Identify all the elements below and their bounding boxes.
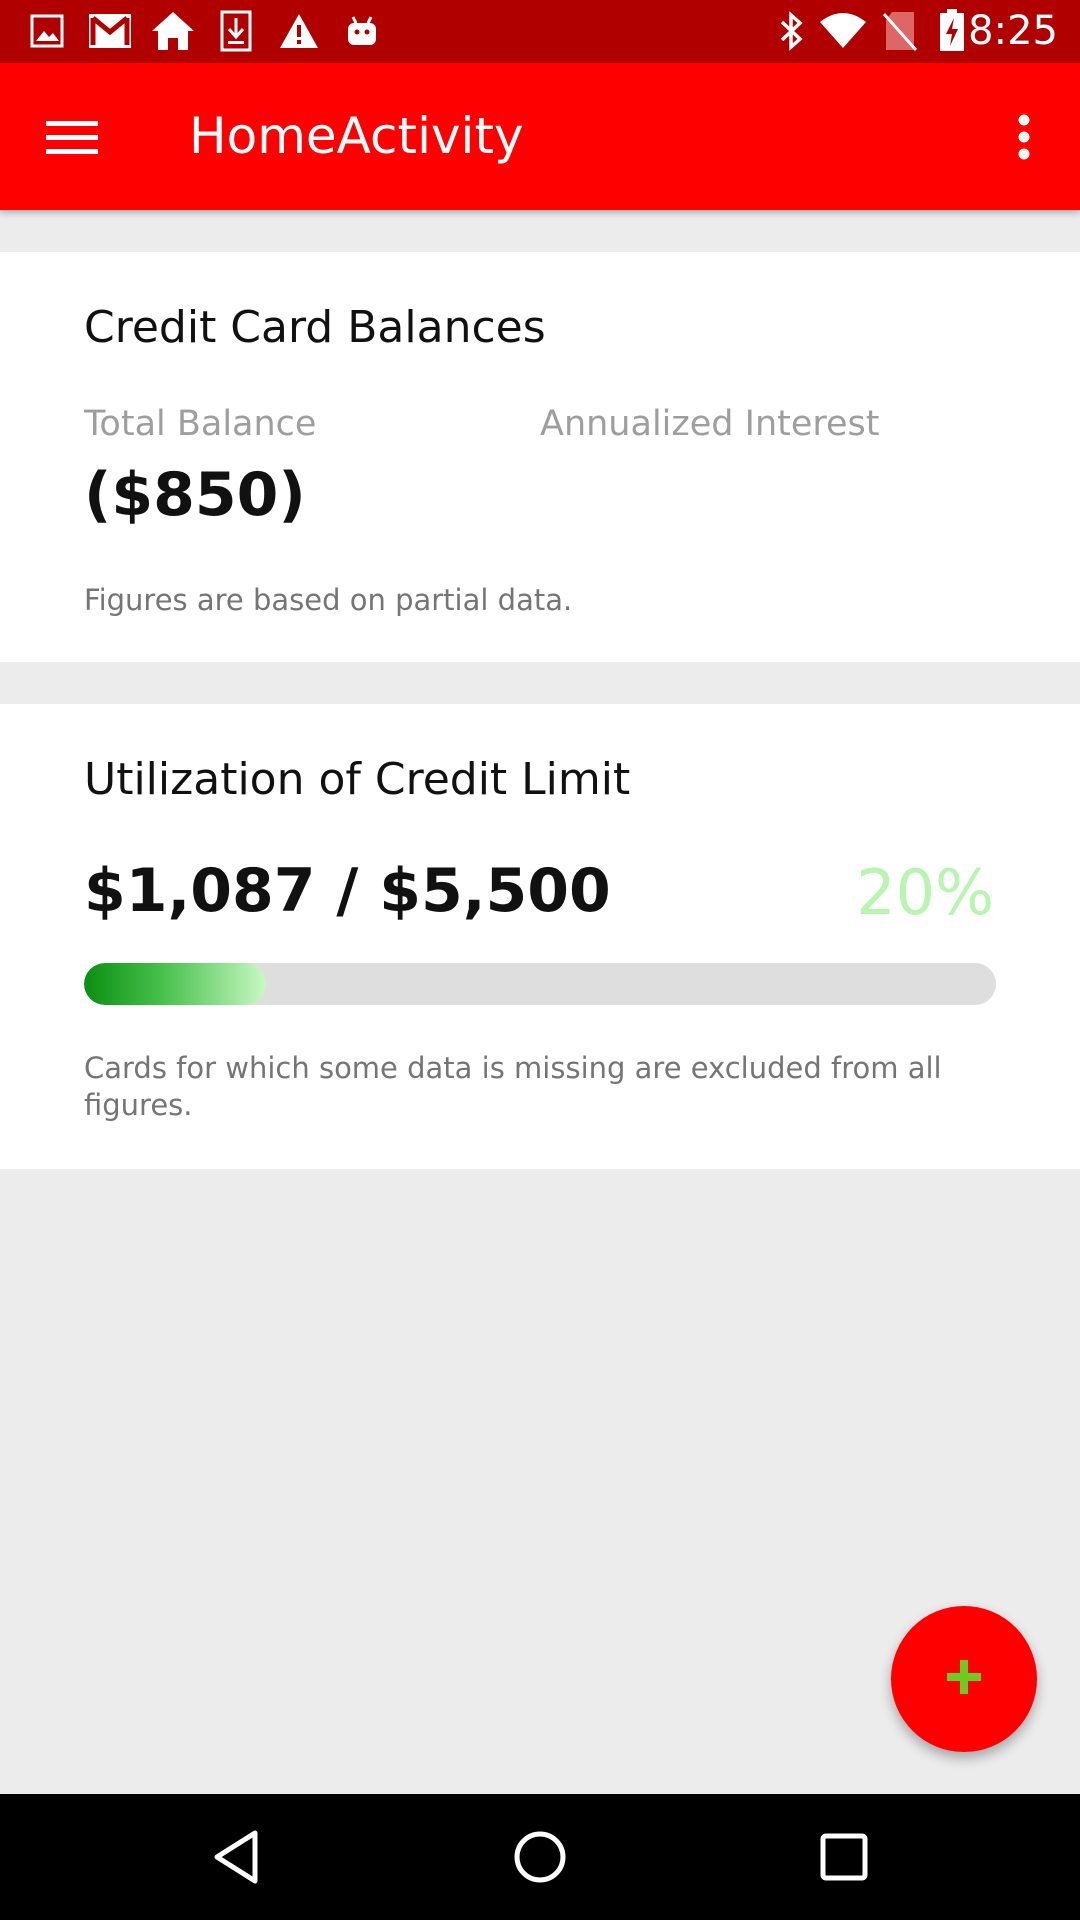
- battery-charging-icon: [938, 9, 966, 52]
- back-icon[interactable]: [203, 1824, 269, 1890]
- total-balance-value: ($850): [84, 460, 306, 530]
- balances-note: Figures are based on partial data.: [84, 583, 573, 617]
- annualized-interest-label: Annualized Interest: [540, 404, 880, 444]
- total-balance-label: Total Balance: [84, 404, 317, 444]
- utilization-amount: $1,087 / $5,500: [84, 856, 611, 926]
- hamburger-menu-icon[interactable]: [30, 105, 114, 169]
- add-fab-button[interactable]: [891, 1606, 1037, 1752]
- utilization-progress-fill: [84, 963, 267, 1005]
- android-icon: [344, 10, 380, 52]
- wifi-icon: [818, 10, 868, 52]
- download-icon: [220, 10, 252, 52]
- utilization-note: Cards for which some data is missing are…: [84, 1051, 942, 1122]
- balances-card-title: Credit Card Balances: [84, 302, 546, 353]
- home-circle-icon[interactable]: [507, 1824, 573, 1890]
- app-bar: HomeActivity: [0, 63, 1080, 210]
- recents-icon[interactable]: [811, 1824, 877, 1890]
- status-bar: 8:25: [0, 0, 1080, 63]
- alert-icon: [278, 10, 320, 52]
- status-clock: 8:25: [968, 8, 1058, 54]
- more-vert-icon[interactable]: [992, 105, 1056, 169]
- gallery-icon: [30, 10, 64, 52]
- utilization-percent: 20%: [856, 856, 994, 929]
- utilization-card-title: Utilization of Credit Limit: [84, 754, 631, 805]
- utilization-progress-bar: [84, 963, 996, 1005]
- app-bar-title: HomeActivity: [189, 107, 524, 165]
- plus-icon: [944, 1657, 984, 1701]
- system-nav-bar: [0, 1794, 1080, 1920]
- gmail-icon: [87, 10, 133, 52]
- no-sim-icon: [882, 10, 918, 52]
- home-icon: [150, 10, 196, 52]
- bluetooth-icon: [778, 10, 806, 52]
- utilization-card: Utilization of Credit Limit $1,087 / $5,…: [0, 704, 1080, 1169]
- balances-card: Credit Card Balances Total Balance Annua…: [0, 252, 1080, 662]
